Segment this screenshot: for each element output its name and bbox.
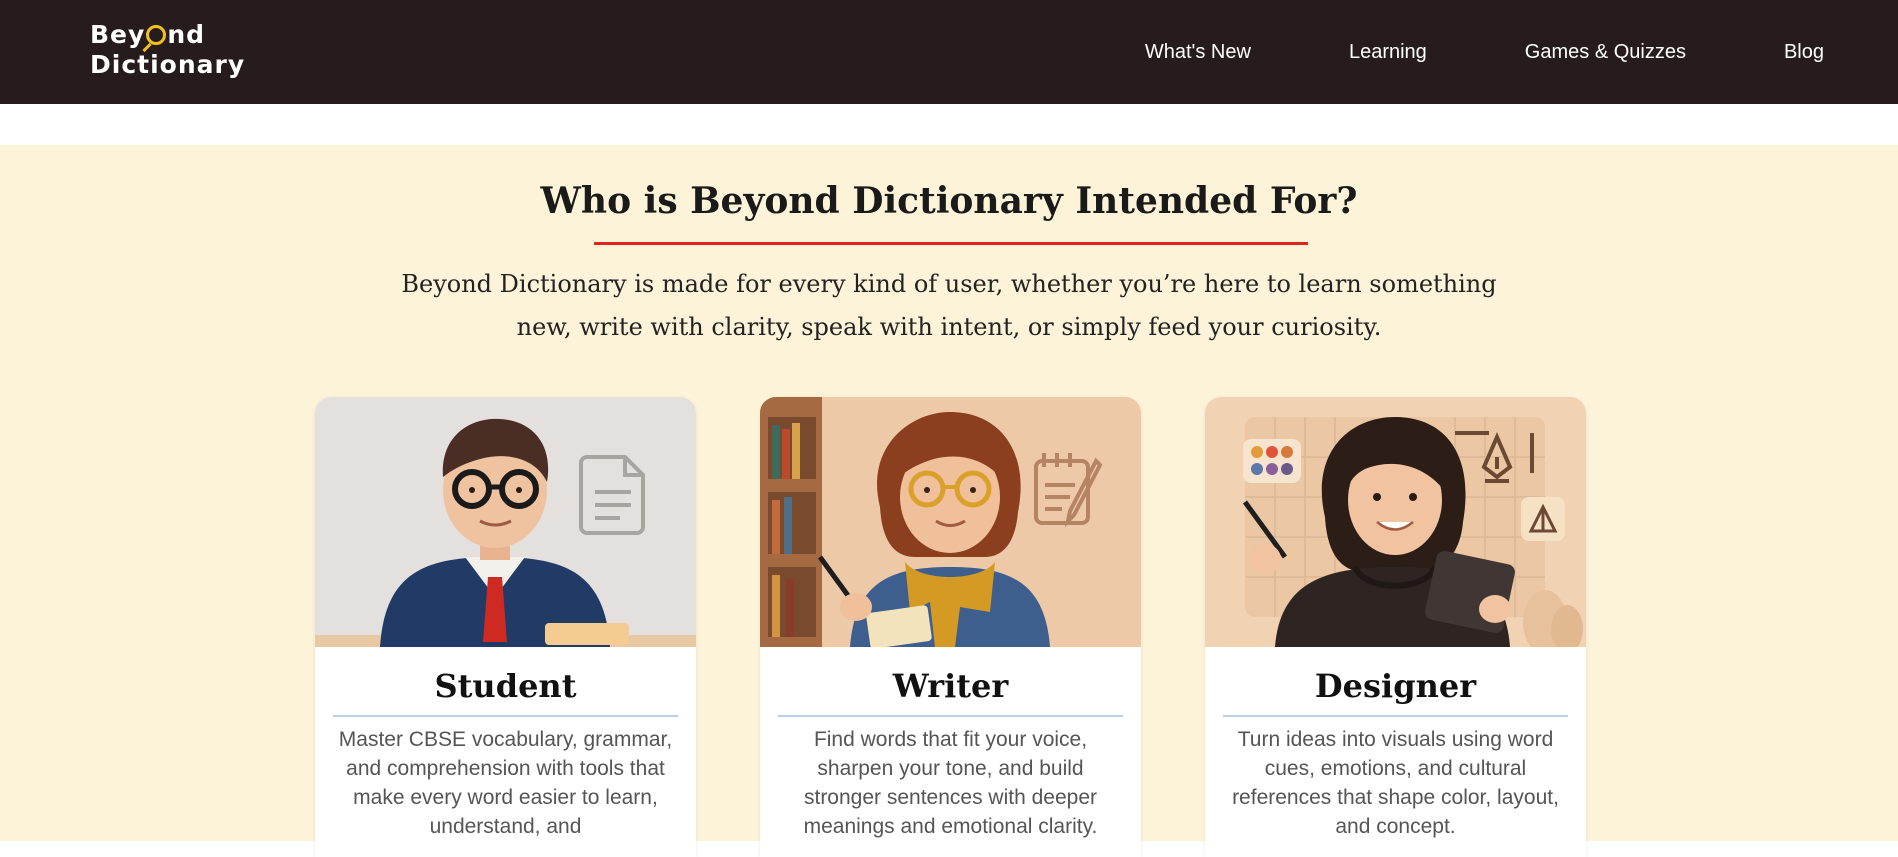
main-nav: What's New Learning Games & Quizzes Blog <box>1047 0 1824 104</box>
card-title: Designer <box>1314 667 1477 705</box>
designer-illustration <box>1205 397 1586 647</box>
nav-link-blog[interactable]: Blog <box>1784 41 1824 64</box>
audience-card-writer[interactable]: Writer Find words that fit your voice, s… <box>760 397 1141 857</box>
logo-text-part: Bey <box>90 20 146 49</box>
nav-link-learning[interactable]: Learning <box>1349 41 1427 64</box>
section-intro: Beyond Dictionary is made for every kind… <box>401 270 1497 341</box>
section-title: Who is Beyond Dictionary Intended For? <box>540 180 1358 222</box>
nav-link-whats-new[interactable]: What's New <box>1145 41 1251 64</box>
card-divider <box>778 715 1123 717</box>
card-description: Master CBSE vocabulary, grammar, and com… <box>338 728 673 838</box>
audience-card-designer[interactable]: Designer Turn ideas into visuals using w… <box>1205 397 1586 857</box>
site-logo[interactable]: Bey nd Dictionary <box>90 20 245 80</box>
logo-text-part: Dictionary <box>90 50 246 79</box>
card-divider <box>1223 715 1568 717</box>
card-description: Find words that fit your voice, sharpen … <box>803 728 1098 838</box>
card-description: Turn ideas into visuals using word cues,… <box>1232 728 1559 838</box>
title-underline <box>594 242 1308 245</box>
audience-section: Who is Beyond Dictionary Intended For? B… <box>0 145 1898 857</box>
top-nav-bar: Bey nd Dictionary What's New Learning Gam… <box>0 0 1898 104</box>
card-divider <box>333 715 678 717</box>
logo-text-part: nd <box>167 20 206 49</box>
card-title: Student <box>434 667 577 705</box>
nav-link-games-quizzes[interactable]: Games & Quizzes <box>1525 41 1686 64</box>
magnifier-icon <box>146 25 167 45</box>
student-illustration <box>315 397 696 647</box>
audience-card-student[interactable]: Student Master CBSE vocabulary, grammar,… <box>315 397 696 857</box>
card-title: Writer <box>892 667 1009 705</box>
writer-illustration <box>760 397 1141 647</box>
